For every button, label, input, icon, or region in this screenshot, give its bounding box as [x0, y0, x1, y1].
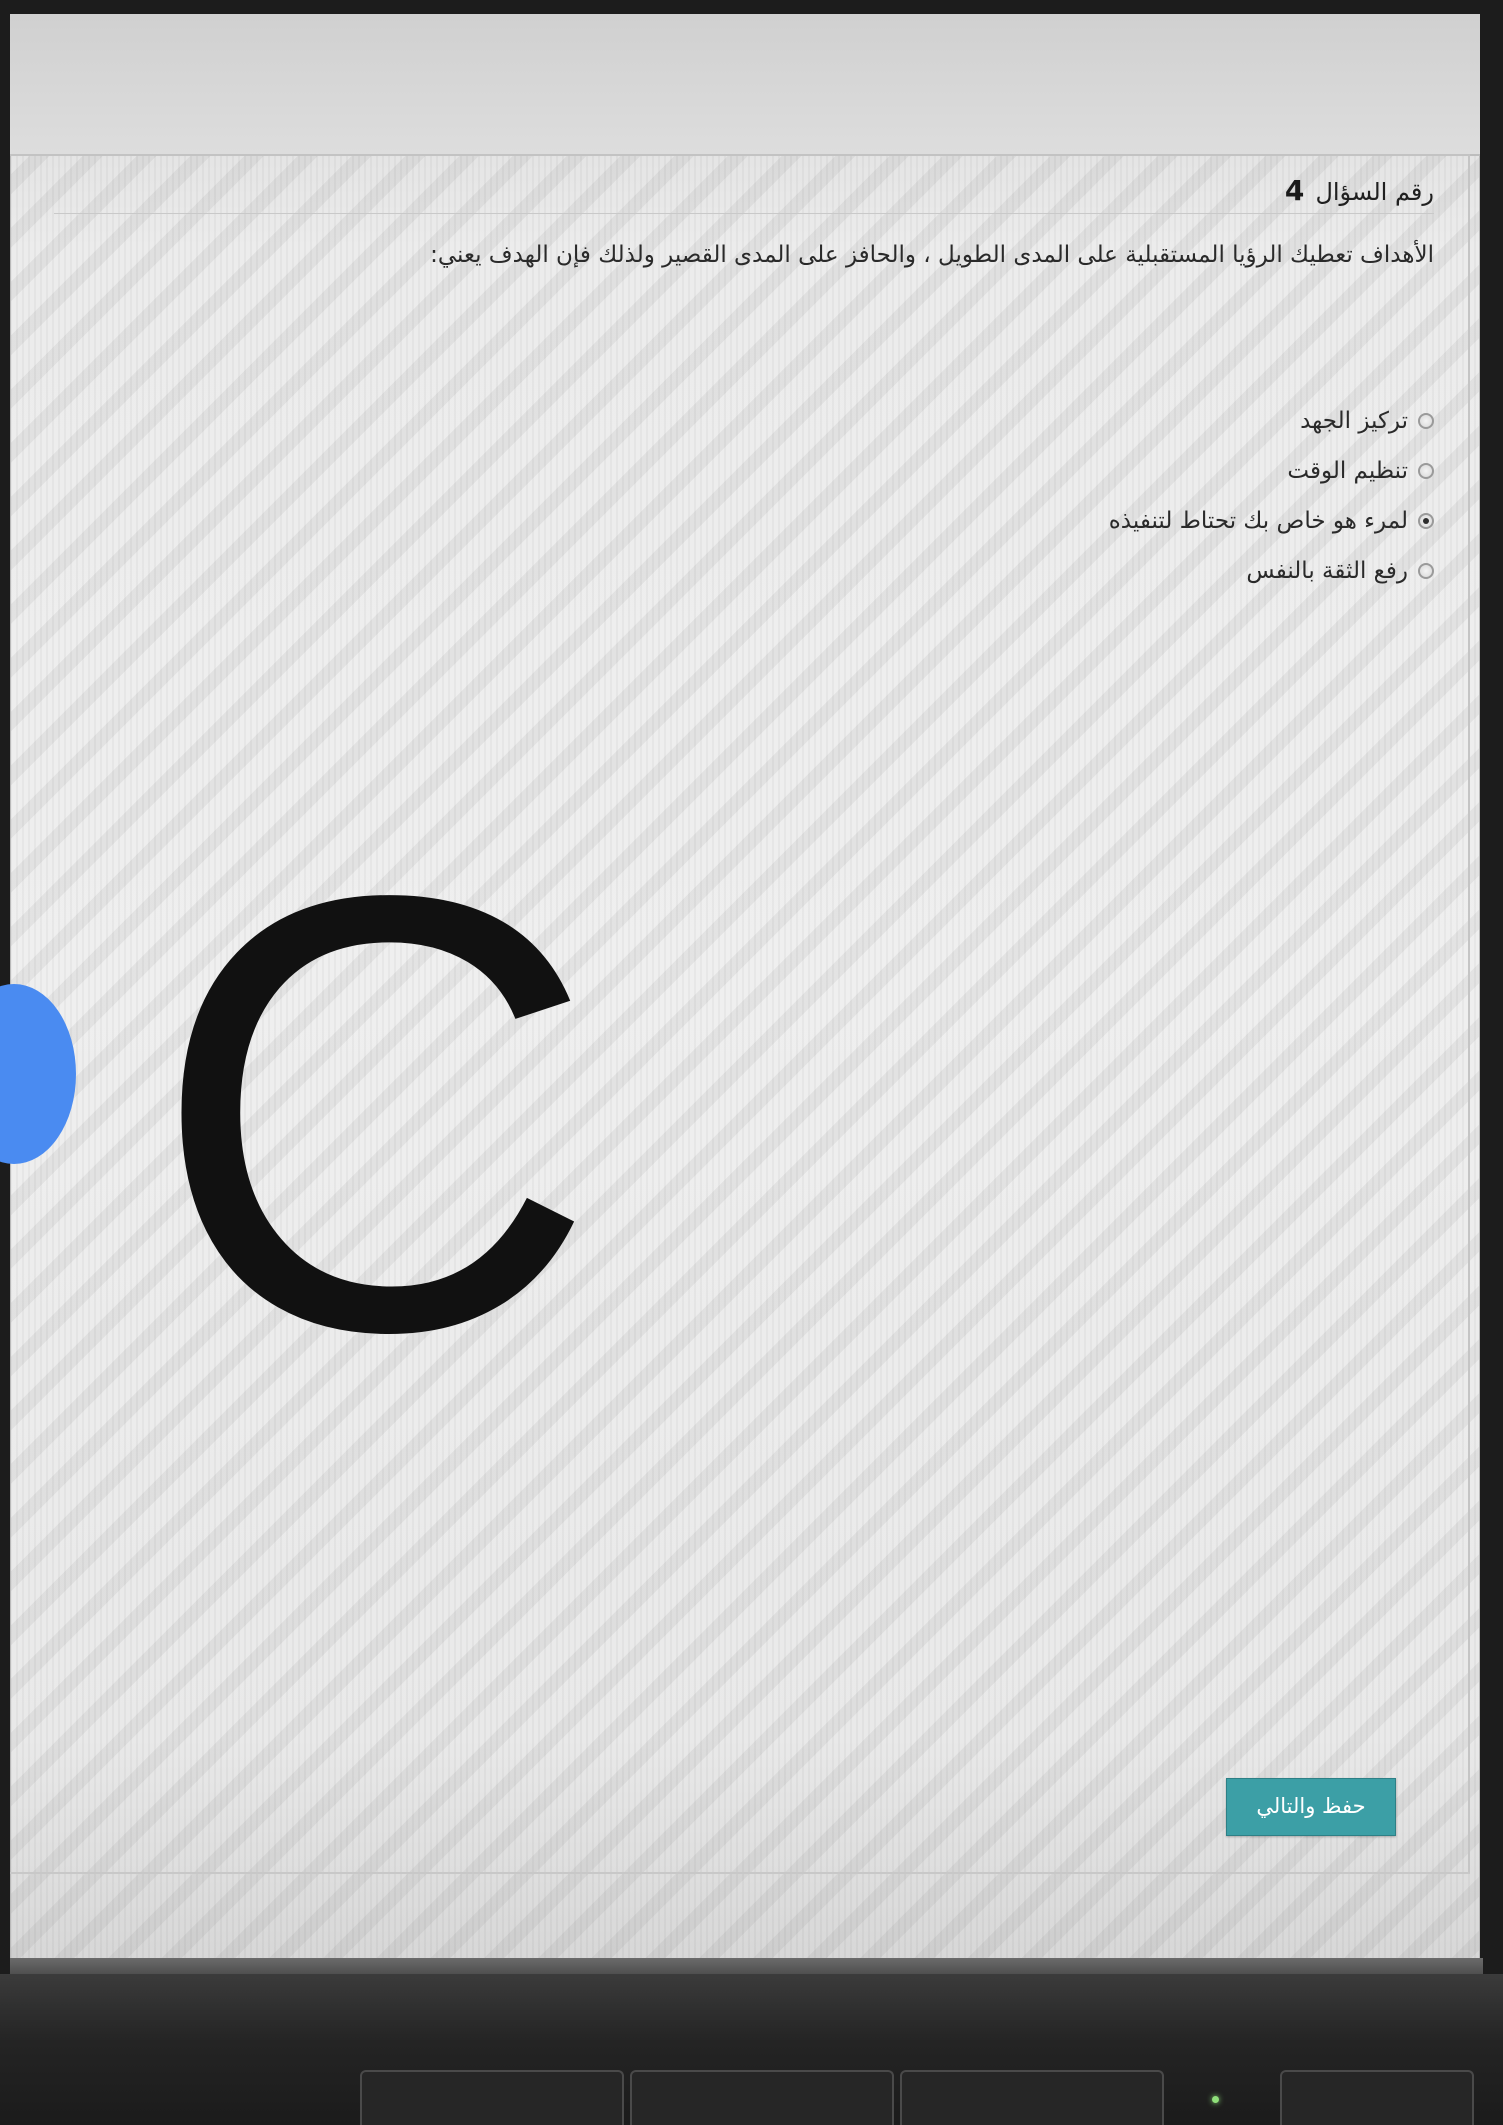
answer-option-4[interactable]: رفع الثقة بالنفس	[834, 546, 1434, 596]
power-led-icon	[1212, 2096, 1219, 2103]
question-header: رقم السؤال 4	[54, 174, 1434, 214]
photo-frame: رقم السؤال 4 الأهداف تعطيك الرؤيا المستق…	[0, 0, 1503, 2125]
radio-button[interactable]	[1418, 413, 1434, 429]
monitor-bezel-button	[1280, 2070, 1474, 2125]
save-next-button[interactable]: حفظ والتالي	[1226, 1778, 1396, 1836]
monitor-bezel-button	[360, 2070, 624, 2125]
answer-option-2[interactable]: تنظيم الوقت	[834, 446, 1434, 496]
answer-option-label: رفع الثقة بالنفس	[1246, 558, 1408, 584]
answer-option-label: لمرء هو خاص بك تحتاط لتنفيذه	[1108, 508, 1408, 534]
question-number: 4	[1284, 174, 1305, 207]
question-number-label: رقم السؤال	[1315, 178, 1434, 206]
answer-option-label: تنظيم الوقت	[1287, 458, 1408, 484]
radio-button-selected[interactable]	[1418, 513, 1434, 529]
answer-option-label: تركيز الجهد	[1300, 408, 1408, 434]
answer-options: تركيز الجهد تنظيم الوقت لمرء هو خاص بك ت…	[834, 396, 1434, 596]
overlay-letter: C	[150, 768, 598, 1460]
answer-option-3[interactable]: لمرء هو خاص بك تحتاط لتنفيذه	[834, 496, 1434, 546]
radio-button[interactable]	[1418, 463, 1434, 479]
monitor-bezel-button	[630, 2070, 894, 2125]
monitor-screen: رقم السؤال 4 الأهداف تعطيك الرؤيا المستق…	[0, 14, 1480, 1974]
radio-button[interactable]	[1418, 563, 1434, 579]
question-text: الأهداف تعطيك الرؤيا المستقبلية على المد…	[430, 242, 1434, 268]
browser-top-band	[10, 14, 1480, 156]
monitor-bezel-button	[900, 2070, 1164, 2125]
answer-option-1[interactable]: تركيز الجهد	[834, 396, 1434, 446]
